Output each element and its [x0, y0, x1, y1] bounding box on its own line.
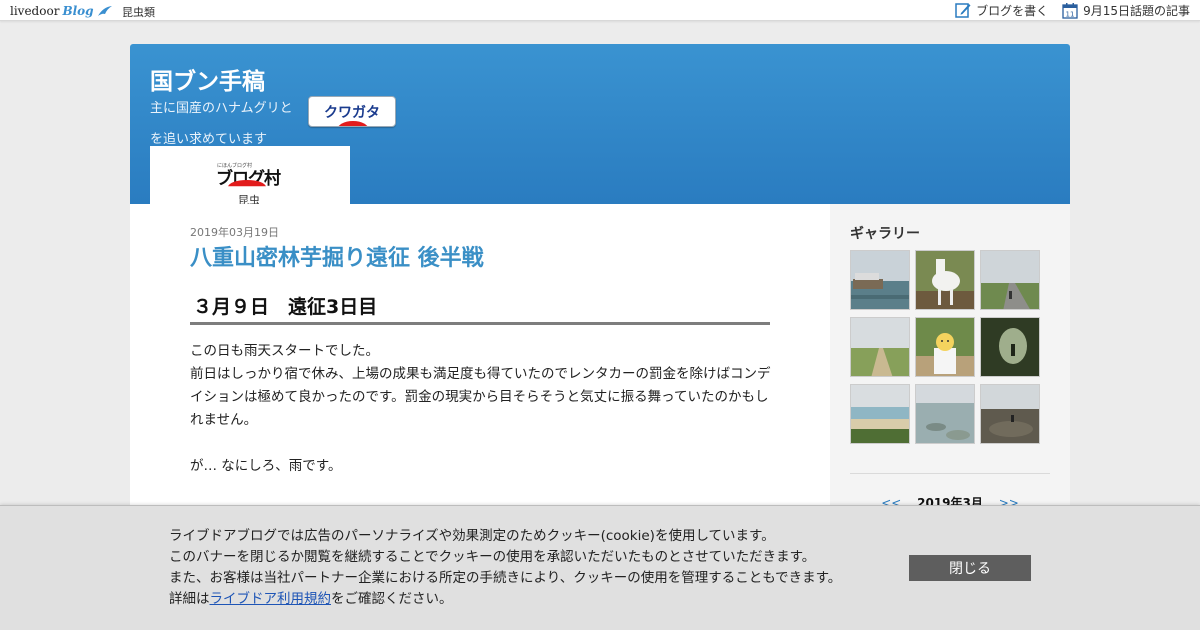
post-body: この日も雨天スタートでした。 前日はしっかり宿で休み、上場の成果も満足度も得てい…: [190, 340, 772, 478]
rocky-shore-photo-thumbnail[interactable]: [980, 384, 1040, 444]
blog-header: 国ブン手稿 主に国産のハナムグリと クワガタ を追い求めています にほんブログ村…: [130, 44, 1070, 204]
write-blog-link[interactable]: ブログを書く: [955, 2, 1048, 19]
calendar-divider: [850, 473, 1050, 474]
goat-photo-thumbnail[interactable]: [915, 250, 975, 310]
blog-description-line2: を追い求めています: [150, 132, 268, 147]
cookie-line: このバナーを閉じるか閲覧を継続することでクッキーの使用を承認いただいたものとさせ…: [169, 549, 816, 565]
cookie-line: また、お客様は当社パートナー企業における所定の手続きにより、クッキーの使用を管理…: [169, 570, 842, 586]
gallery-title: ギャラリー: [850, 226, 920, 242]
dirt-road-photo-thumbnail[interactable]: [850, 317, 910, 377]
harbor-photo-thumbnail[interactable]: [850, 250, 910, 310]
top-bar: livedoor Blog 昆虫類 ブログを書く 11 9月15日話題の記事: [0, 0, 1200, 21]
cookie-banner: ライブドアブログでは広告のパーソナライズや効果測定のためクッキー(cookie)…: [0, 505, 1200, 630]
post-date: 2019年03月19日: [190, 226, 279, 239]
kuwagata-badge-label: クワガタ: [324, 105, 380, 121]
livedoor-blog-logo[interactable]: livedoor Blog: [10, 2, 113, 19]
cookie-notice-text: ライブドアブログでは広告のパーソナライズや効果測定のためクッキー(cookie)…: [169, 526, 841, 610]
svg-text:11: 11: [1066, 10, 1075, 18]
top-right-menu: ブログを書く 11 9月15日話題の記事: [941, 1, 1190, 19]
pencil-icon: [955, 3, 971, 18]
cookie-details-prefix: 詳細は: [169, 591, 210, 607]
cookie-line: 詳細はライブドア利用規約をご確認ください。: [169, 589, 841, 610]
forest-photo-thumbnail[interactable]: [980, 317, 1040, 377]
shallow-water-photo-thumbnail[interactable]: [915, 384, 975, 444]
terms-of-use-link[interactable]: ライブドア利用規約: [210, 591, 332, 607]
beach-photo-thumbnail[interactable]: [850, 384, 910, 444]
blog-mura-banner[interactable]: にほんブログ村 ブログ村 昆虫: [150, 146, 350, 204]
cookie-close-button[interactable]: 閉じる: [909, 555, 1031, 581]
road-photo-thumbnail[interactable]: [980, 250, 1040, 310]
post-title[interactable]: 八重山密林芋掘り遠征 後半戦: [190, 240, 484, 272]
post-paragraph: が… なにしろ、雨です。: [190, 458, 342, 474]
category-link[interactable]: 昆虫類: [122, 4, 155, 20]
calendar-icon: 11: [1062, 2, 1078, 19]
cookie-line: ライブドアブログでは広告のパーソナライズや効果測定のためクッキー(cookie)…: [169, 528, 775, 544]
person-photo-thumbnail[interactable]: [915, 317, 975, 377]
post-paragraph: 前日はしっかり宿で休み、上場の成果も満足度も得ていたのでレンタカーの罰金を除けば…: [190, 366, 771, 428]
write-blog-label: ブログを書く: [976, 3, 1049, 18]
logo-livedoor-text: livedoor: [10, 3, 60, 18]
gallery-grid: [850, 250, 1044, 444]
topic-articles-label: 9月15日話題の記事: [1083, 3, 1190, 18]
logo-blog-text: Blog: [62, 3, 94, 18]
blog-title[interactable]: 国ブン手稿: [150, 62, 265, 96]
cookie-details-suffix: をご確認ください。: [331, 591, 453, 607]
topic-articles-link[interactable]: 11 9月15日話題の記事: [1062, 2, 1190, 19]
bird-icon: [97, 5, 112, 16]
post-heading: ３月９日 遠征3日目: [190, 292, 770, 325]
kuwagata-blog-badge[interactable]: クワガタ: [308, 96, 396, 127]
post-paragraph: この日も雨天スタートでした。: [190, 343, 379, 359]
mura-category: 昆虫: [238, 194, 260, 204]
blog-description-line1: 主に国産のハナムグリと: [150, 101, 293, 116]
